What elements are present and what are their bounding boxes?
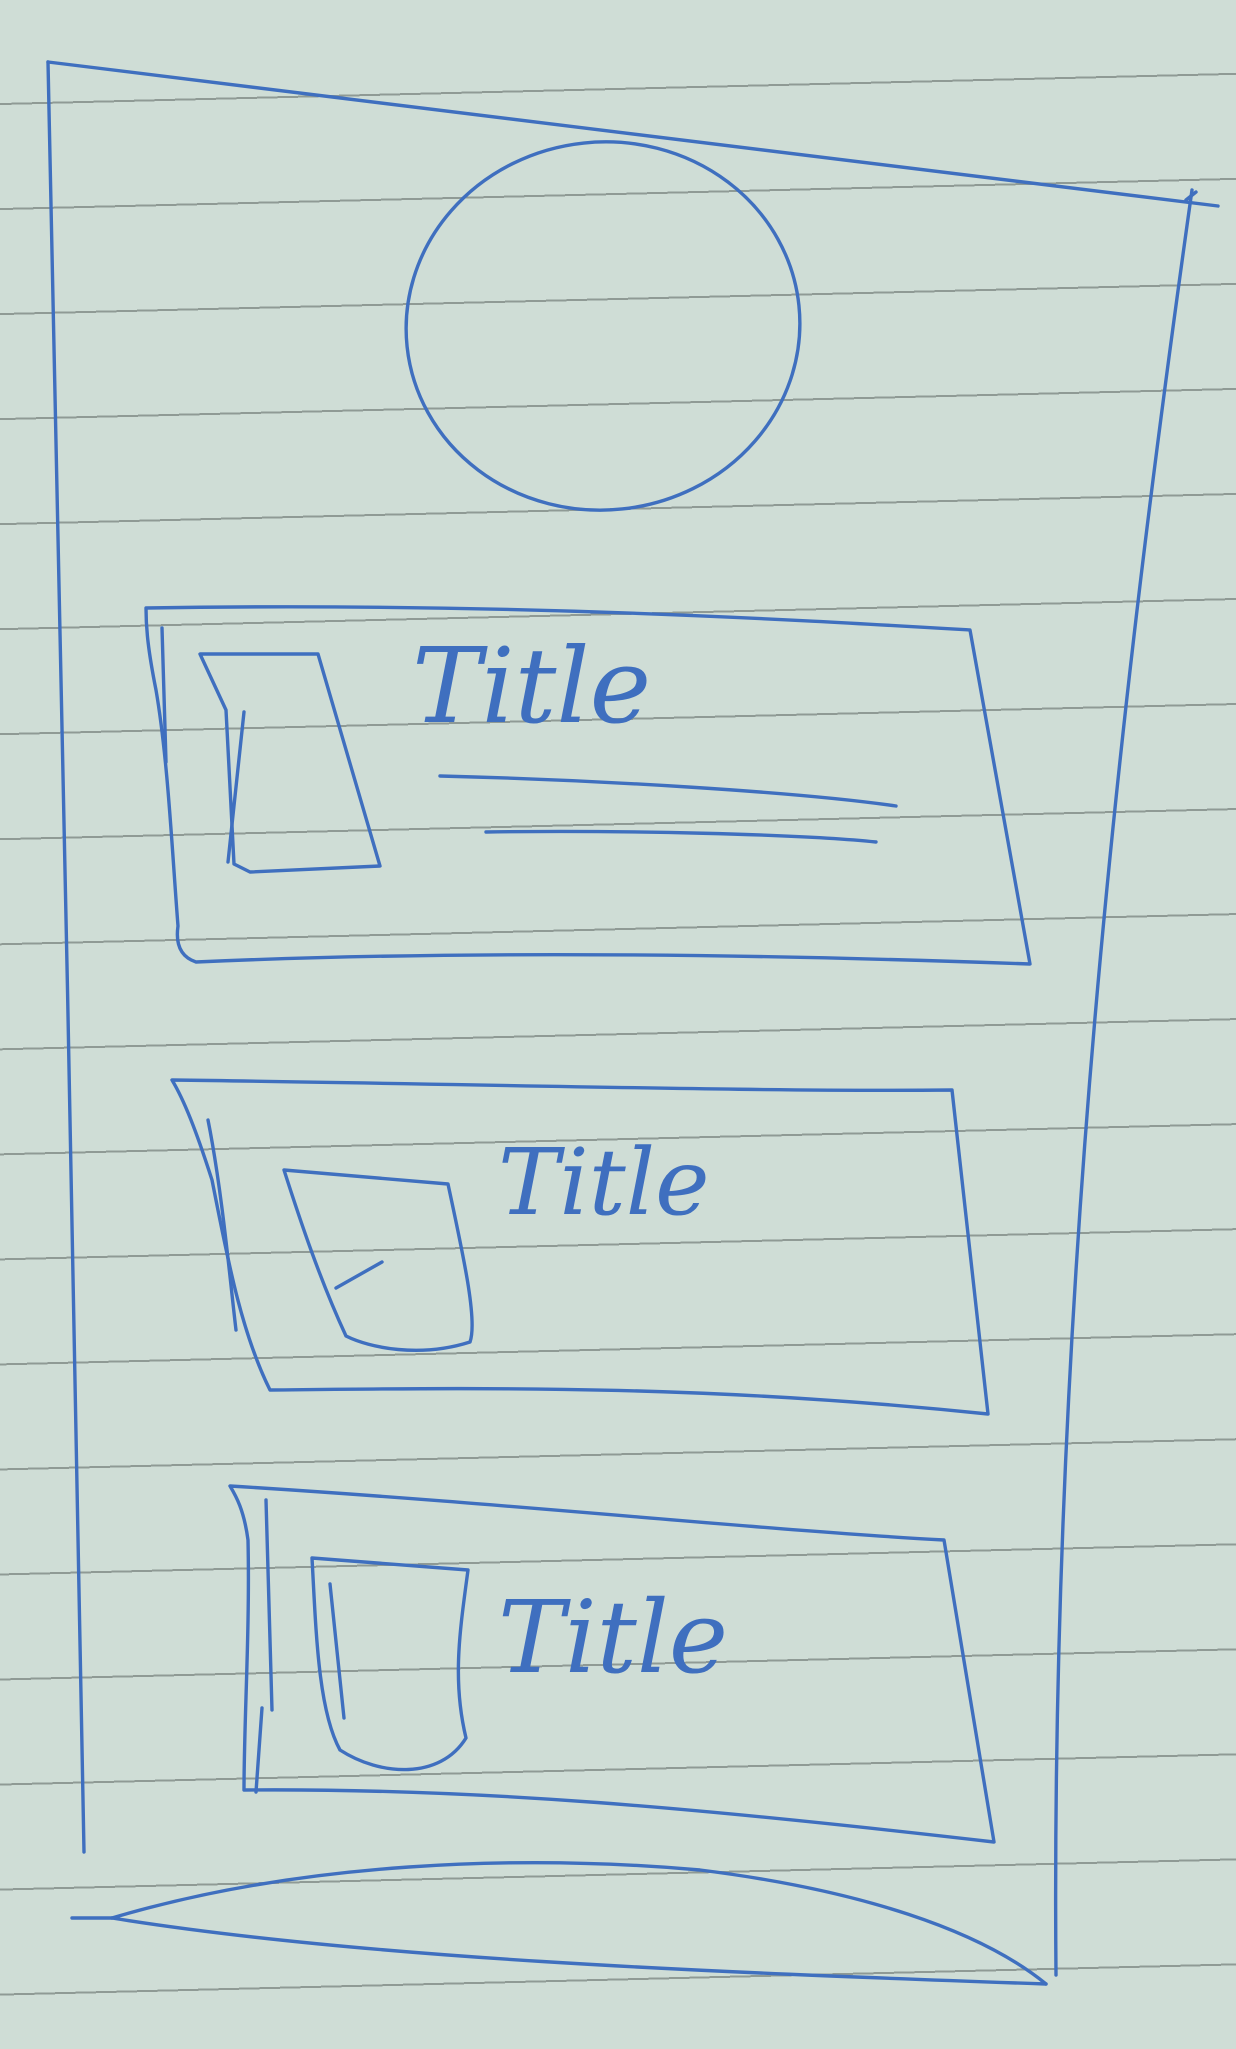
card-thumbnail-1 bbox=[198, 652, 382, 874]
card-thumbnail-3 bbox=[310, 1556, 470, 1772]
avatar[interactable] bbox=[388, 122, 818, 529]
wireframe-sketch: Title Title Title bbox=[46, 60, 1220, 1986]
list-card-3[interactable]: Title bbox=[228, 1484, 996, 1844]
card-text-line-2 bbox=[484, 829, 878, 844]
card-title-2: Title bbox=[498, 1129, 710, 1236]
list-card-2[interactable]: Title bbox=[170, 1078, 990, 1416]
card-thumbnail-2 bbox=[282, 1168, 474, 1352]
card-text-line-1 bbox=[438, 774, 898, 808]
card-title-3: Title bbox=[498, 1579, 728, 1696]
card-title-1: Title bbox=[412, 625, 651, 747]
list-card-1[interactable]: Title bbox=[144, 605, 1032, 966]
bottom-bar[interactable] bbox=[70, 1861, 1048, 1986]
